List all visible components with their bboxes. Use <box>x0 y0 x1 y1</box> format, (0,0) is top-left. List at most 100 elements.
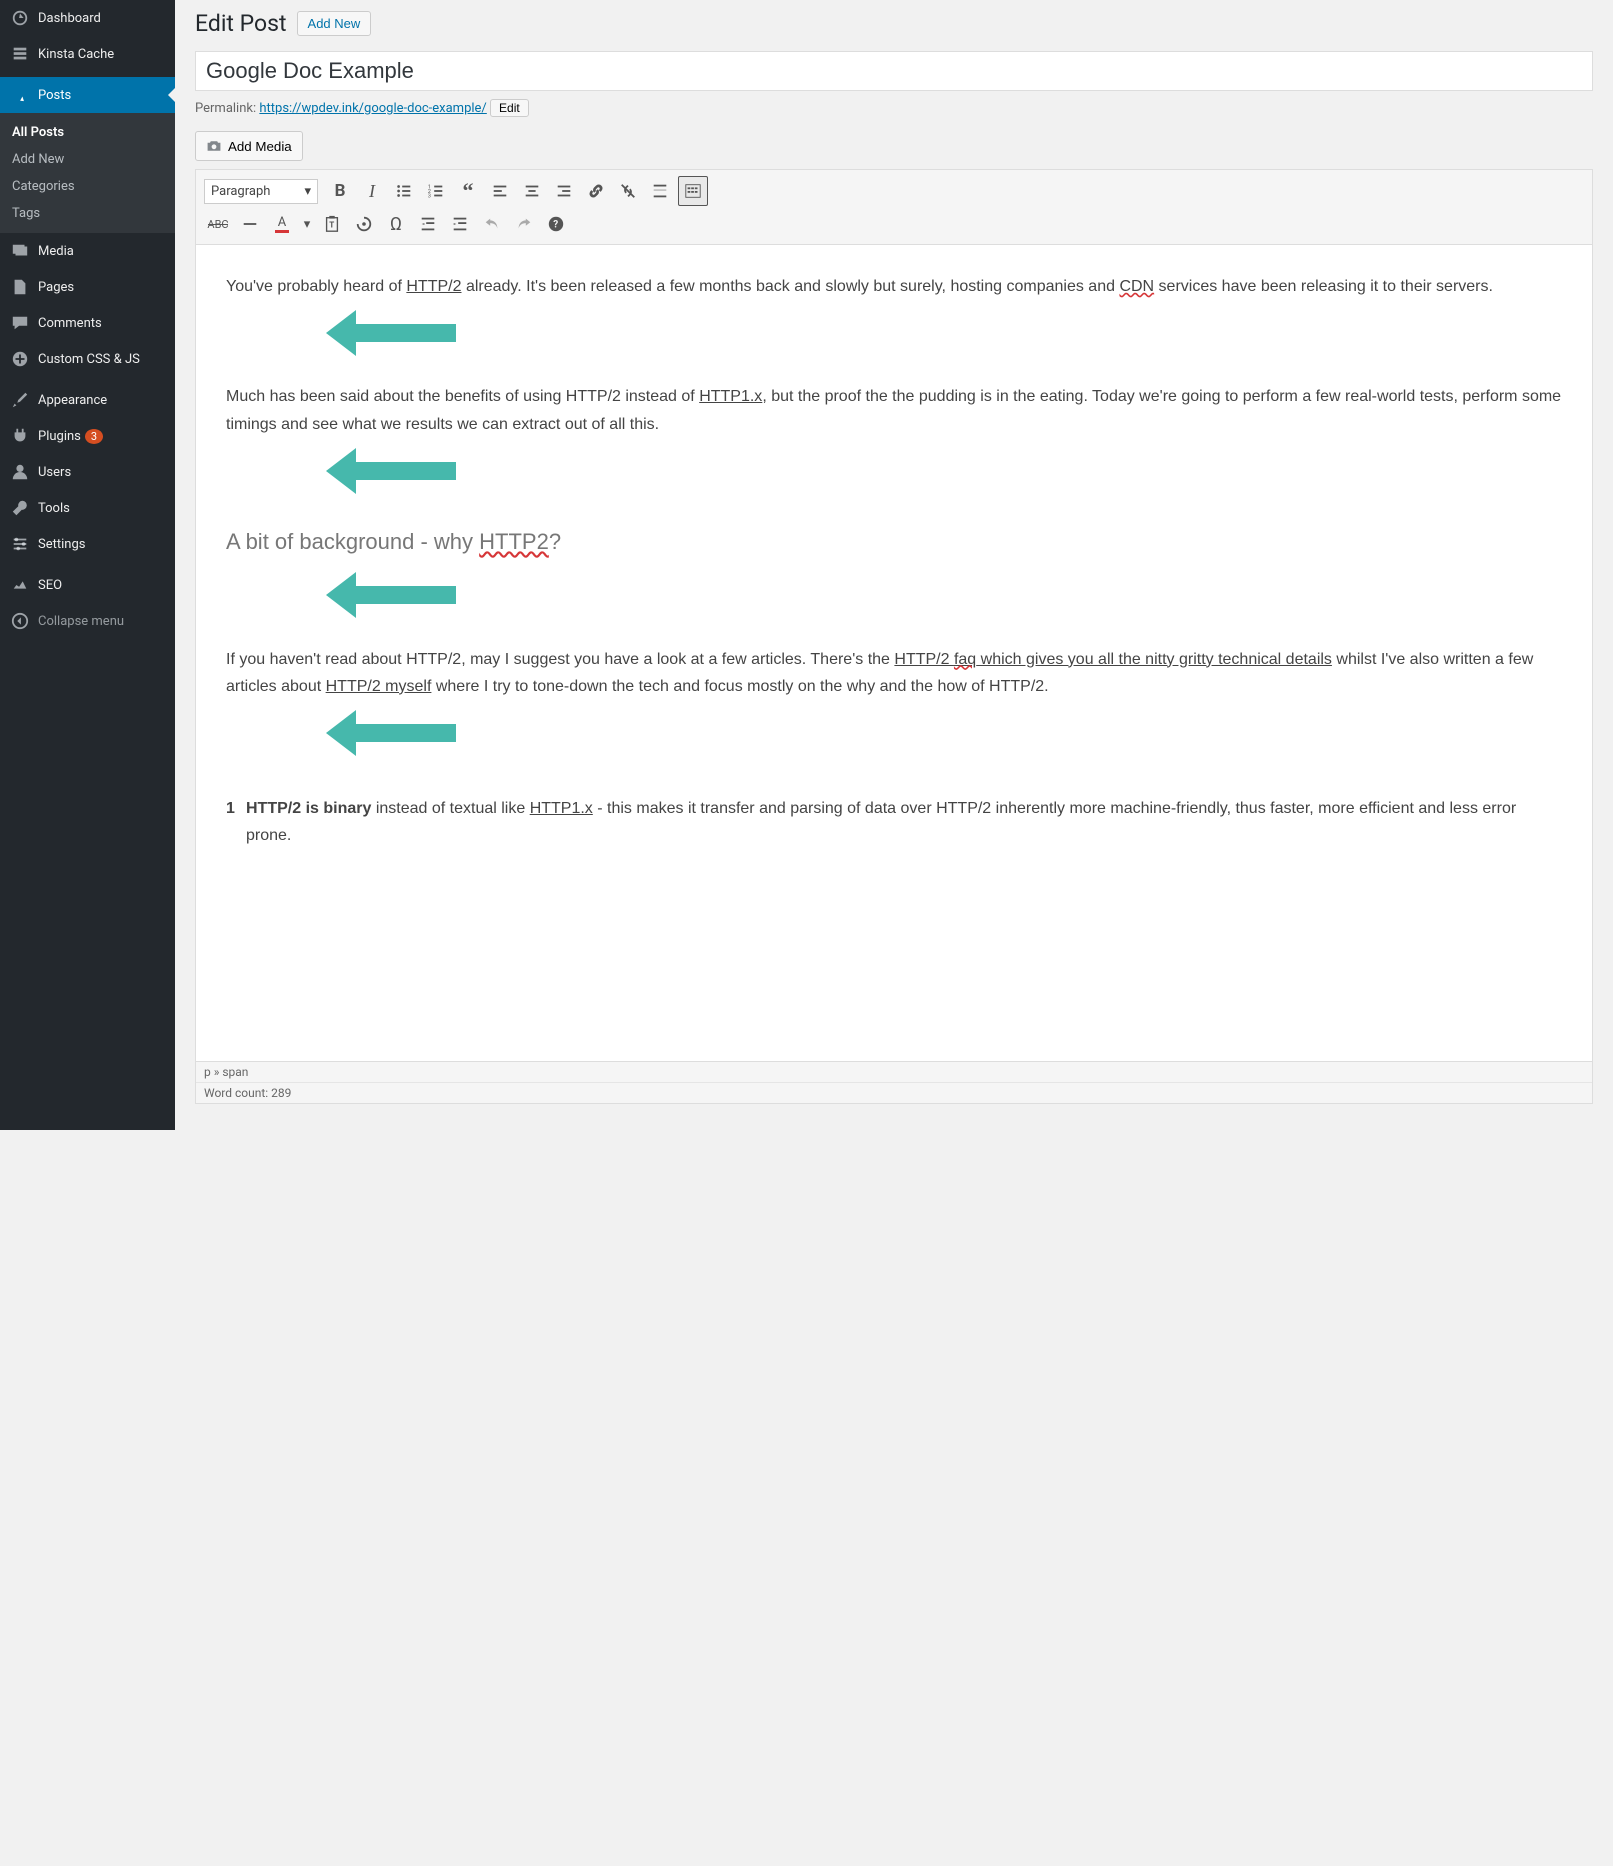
strikethrough-button[interactable]: ABC <box>204 210 232 238</box>
editor-status-bar: p » span Word count: 289 <box>195 1062 1593 1104</box>
cache-icon <box>10 44 30 64</box>
align-center-button[interactable] <box>518 177 546 205</box>
sidebar-item-media[interactable]: Media <box>0 233 175 269</box>
redo-button[interactable] <box>510 210 538 238</box>
svg-text:3: 3 <box>428 193 431 199</box>
indent-button[interactable] <box>446 210 474 238</box>
sidebar-item-collapse[interactable]: Collapse menu <box>0 603 175 639</box>
sidebar-item-appearance[interactable]: Appearance <box>0 382 175 418</box>
sidebar-item-dashboard[interactable]: Dashboard <box>0 0 175 36</box>
sliders-icon <box>10 534 30 554</box>
post-title-input[interactable] <box>195 51 1593 91</box>
sidebar-label: Tools <box>38 501 70 516</box>
media-icon <box>10 241 30 261</box>
permalink-label: Permalink: <box>195 101 259 116</box>
pin-icon <box>10 85 30 105</box>
sidebar-item-posts[interactable]: Posts <box>0 77 175 113</box>
add-media-button[interactable]: Add Media <box>195 131 303 161</box>
sidebar-item-comments[interactable]: Comments <box>0 305 175 341</box>
svg-text:T: T <box>329 220 334 230</box>
outdent-button[interactable] <box>414 210 442 238</box>
editor-body[interactable]: You've probably heard of HTTP/2 already.… <box>195 245 1593 1062</box>
sidebar-item-users[interactable]: Users <box>0 454 175 490</box>
content-paragraph: You've probably heard of HTTP/2 already.… <box>226 273 1562 300</box>
sidebar-label: Users <box>38 465 71 480</box>
clear-formatting-button[interactable] <box>350 210 378 238</box>
user-icon <box>10 462 30 482</box>
sidebar-label: Media <box>38 244 74 259</box>
plugin-update-badge: 3 <box>85 429 103 444</box>
content-paragraph: If you haven't read about HTTP/2, may I … <box>226 646 1562 700</box>
number-list-button[interactable]: 123 <box>422 177 450 205</box>
sidebar-label: Plugins <box>38 429 81 444</box>
permalink-row: Permalink: https://wpdev.ink/google-doc-… <box>195 99 1593 117</box>
sidebar-label: Comments <box>38 316 102 331</box>
list-number: 1 <box>226 795 246 849</box>
arrow-image <box>326 310 1562 365</box>
special-char-button[interactable]: Ω <box>382 210 410 238</box>
arrow-image <box>326 572 1562 627</box>
admin-sidebar: Dashboard Kinsta Cache Posts All Posts A… <box>0 0 175 1130</box>
sidebar-item-settings[interactable]: Settings <box>0 526 175 562</box>
text-color-button[interactable]: A <box>268 210 296 238</box>
hr-button[interactable] <box>236 210 264 238</box>
blockquote-button[interactable]: “ <box>454 177 482 205</box>
align-right-button[interactable] <box>550 177 578 205</box>
sidebar-label: Custom CSS & JS <box>38 352 140 367</box>
sidebar-item-kinsta-cache[interactable]: Kinsta Cache <box>0 36 175 72</box>
main-content: Edit Post Add New Permalink: https://wpd… <box>175 0 1613 1130</box>
svg-text:?: ? <box>553 220 558 231</box>
bullet-list-button[interactable] <box>390 177 418 205</box>
sidebar-item-pages[interactable]: Pages <box>0 269 175 305</box>
sidebar-submenu-posts: All Posts Add New Categories Tags <box>0 113 175 233</box>
brush-icon <box>10 390 30 410</box>
sidebar-label: Pages <box>38 280 74 295</box>
paste-text-button[interactable]: T <box>318 210 346 238</box>
permalink-link[interactable]: https://wpdev.ink/google-doc-example/ <box>259 101 486 116</box>
pages-icon <box>10 277 30 297</box>
sidebar-label: Dashboard <box>38 11 101 26</box>
sidebar-label: Appearance <box>38 393 107 408</box>
undo-button[interactable] <box>478 210 506 238</box>
add-media-label: Add Media <box>228 139 292 154</box>
sidebar-sub-categories[interactable]: Categories <box>0 173 175 200</box>
format-select-label: Paragraph <box>211 184 270 199</box>
text-color-dropdown[interactable]: ▾ <box>300 210 314 238</box>
dashboard-icon <box>10 8 30 28</box>
content-heading: A bit of background - why HTTP2? <box>226 523 1562 560</box>
plug-icon <box>10 426 30 446</box>
content-paragraph: Much has been said about the benefits of… <box>226 383 1562 437</box>
unlink-button[interactable] <box>614 177 642 205</box>
sidebar-sub-all-posts[interactable]: All Posts <box>0 119 175 146</box>
plus-circle-icon <box>10 349 30 369</box>
sidebar-sub-tags[interactable]: Tags <box>0 200 175 227</box>
toolbar-toggle-button[interactable] <box>678 176 708 206</box>
read-more-button[interactable] <box>646 177 674 205</box>
add-new-button[interactable]: Add New <box>297 11 372 36</box>
sidebar-item-custom-css[interactable]: Custom CSS & JS <box>0 341 175 377</box>
wrench-icon <box>10 498 30 518</box>
sidebar-item-tools[interactable]: Tools <box>0 490 175 526</box>
sidebar-label: Posts <box>38 88 71 103</box>
content-list-item: 1 HTTP/2 is binary instead of textual li… <box>226 795 1562 849</box>
sidebar-label: SEO <box>38 578 62 593</box>
format-select[interactable]: Paragraph ▾ <box>204 179 318 204</box>
bold-button[interactable]: B <box>326 177 354 205</box>
italic-button[interactable]: I <box>358 177 386 205</box>
sidebar-label: Kinsta Cache <box>38 47 114 62</box>
element-path[interactable]: p » span <box>196 1062 1592 1082</box>
arrow-image <box>326 710 1562 765</box>
arrow-image <box>326 448 1562 503</box>
help-button[interactable]: ? <box>542 210 570 238</box>
sidebar-label: Collapse menu <box>38 614 124 629</box>
editor-toolbar: Paragraph ▾ B I 123 “ ABC A ▾ <box>195 169 1593 245</box>
sidebar-item-seo[interactable]: SEO <box>0 567 175 603</box>
sidebar-label: Settings <box>38 537 85 552</box>
page-title: Edit Post <box>195 10 287 37</box>
link-button[interactable] <box>582 177 610 205</box>
sidebar-sub-add-new[interactable]: Add New <box>0 146 175 173</box>
align-left-button[interactable] <box>486 177 514 205</box>
sidebar-item-plugins[interactable]: Plugins 3 <box>0 418 175 454</box>
seo-icon <box>10 575 30 595</box>
edit-slug-button[interactable]: Edit <box>490 99 529 117</box>
